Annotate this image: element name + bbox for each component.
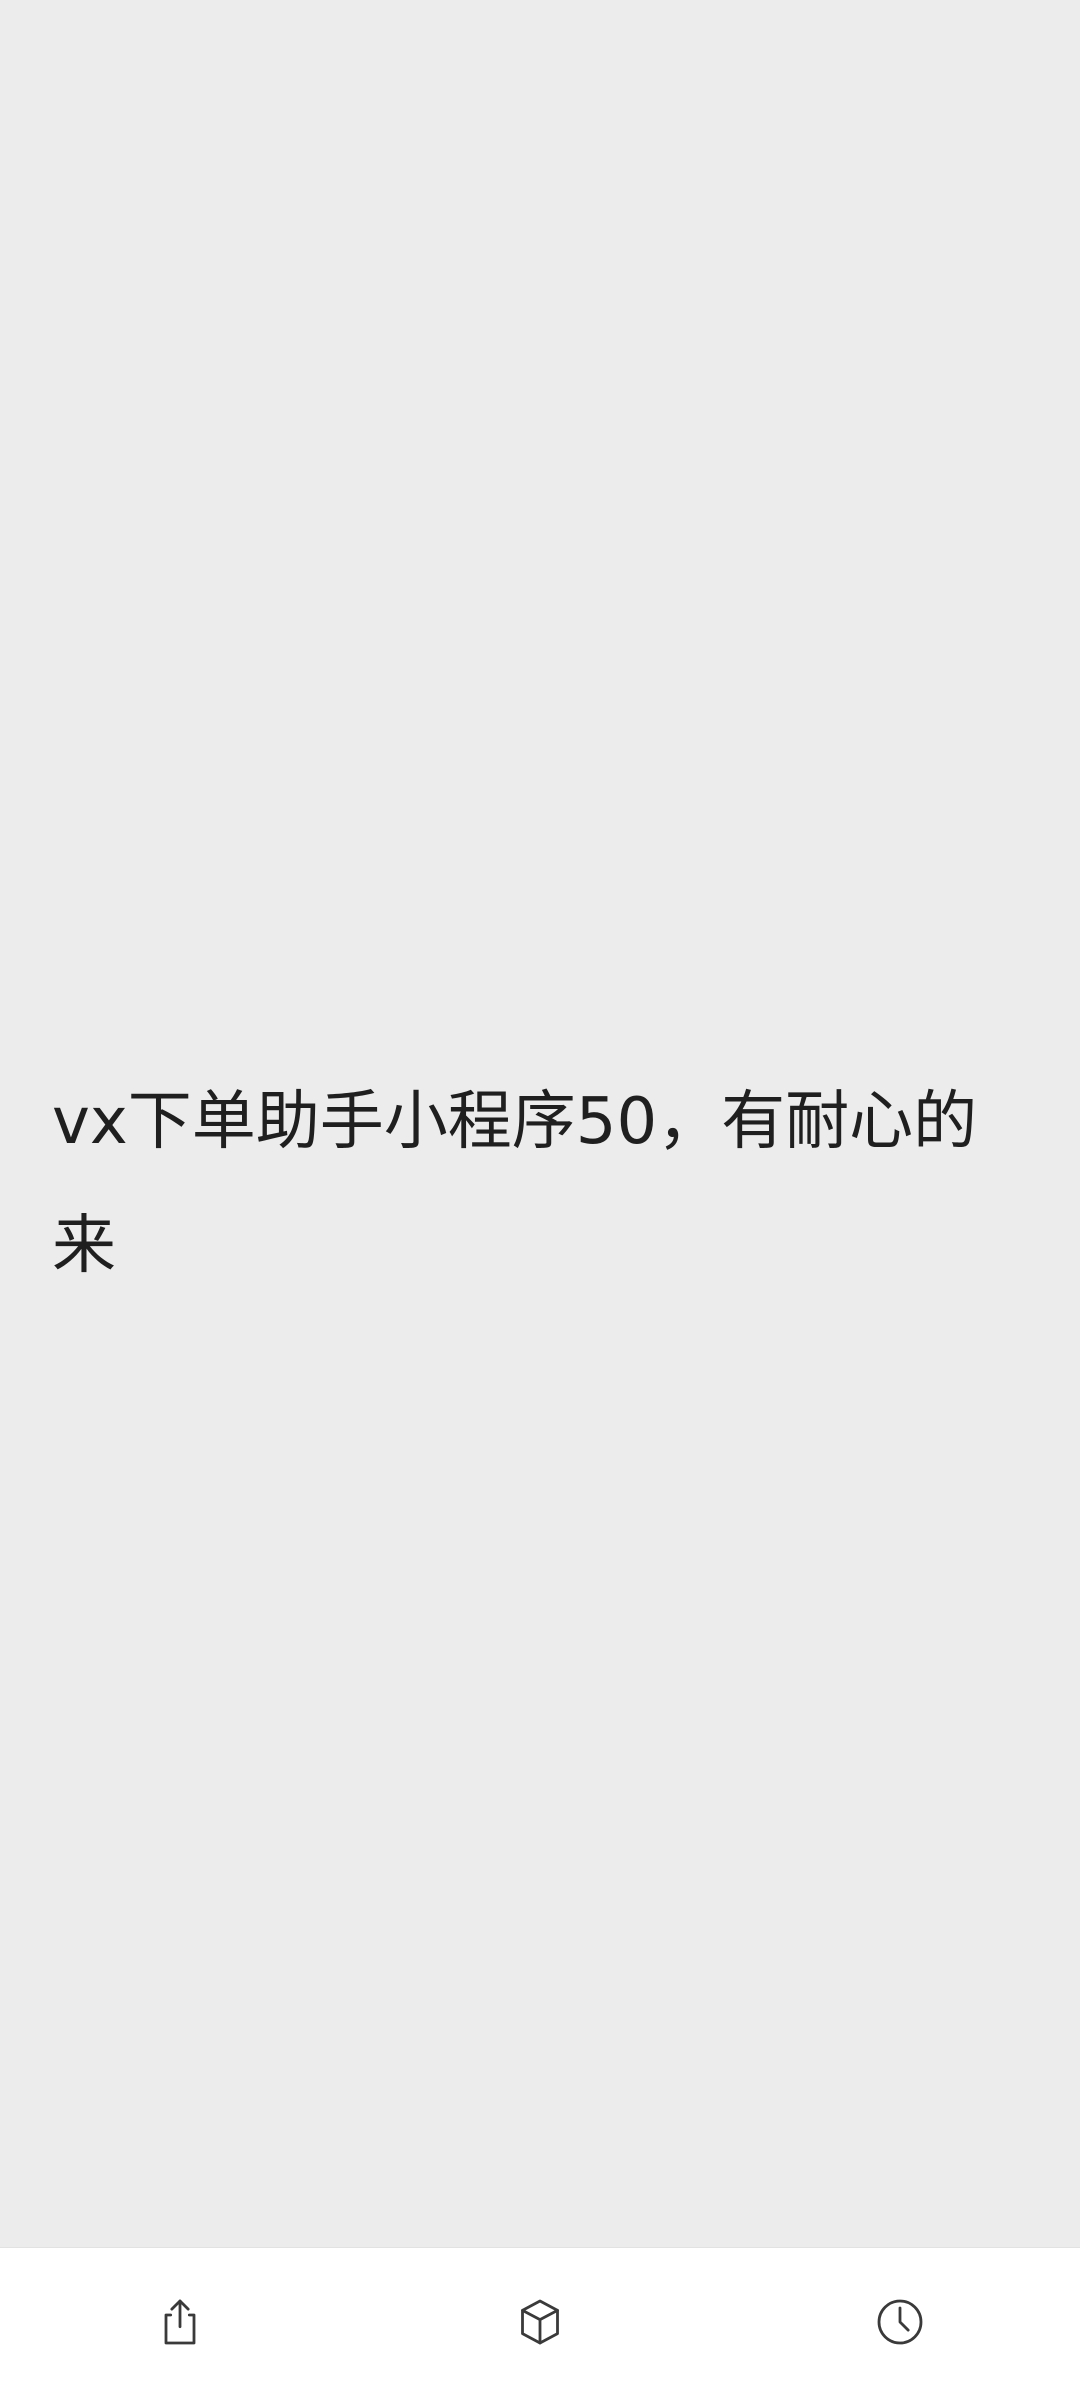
share-icon bbox=[152, 2294, 208, 2354]
clock-icon bbox=[872, 2294, 928, 2354]
screen: vx下单助手小程序50，有耐心的来 bbox=[0, 0, 1080, 2400]
package-button[interactable] bbox=[480, 2264, 600, 2384]
bottom-toolbar bbox=[0, 2247, 1080, 2400]
cube-icon bbox=[512, 2294, 568, 2354]
message-view: vx下单助手小程序50，有耐心的来 bbox=[0, 0, 1080, 2247]
message-text: vx下单助手小程序50，有耐心的来 bbox=[52, 1085, 978, 1283]
history-button[interactable] bbox=[840, 2264, 960, 2384]
share-button[interactable] bbox=[120, 2264, 240, 2384]
